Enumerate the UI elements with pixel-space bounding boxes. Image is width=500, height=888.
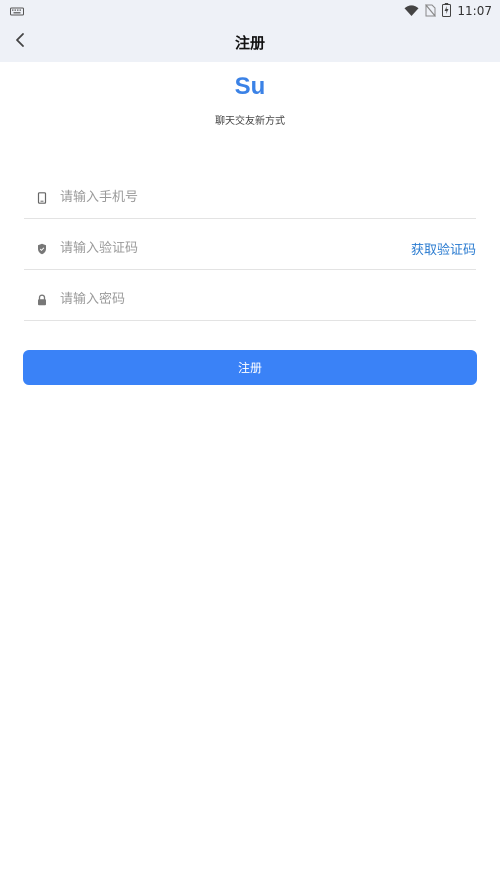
code-field-row: 获取验证码	[24, 228, 476, 270]
status-right: 11:07	[404, 2, 492, 21]
code-input[interactable]	[60, 234, 411, 263]
app-logo: Su	[234, 73, 266, 100]
status-left	[10, 2, 24, 21]
phone-icon	[24, 188, 60, 208]
page-title: 注册	[234, 33, 265, 52]
wifi-icon	[404, 2, 419, 21]
password-input[interactable]	[60, 285, 476, 314]
no-sim-icon	[425, 2, 437, 21]
lock-icon	[24, 290, 60, 310]
password-field-row	[24, 279, 476, 321]
shield-icon	[24, 239, 60, 259]
status-bar: 11:07	[0, 0, 500, 22]
app-slogan: 聊天交友新方式	[215, 116, 285, 127]
chevron-left-icon	[14, 32, 26, 52]
phone-field-row	[24, 177, 476, 219]
get-code-button[interactable]: 获取验证码	[411, 239, 476, 258]
status-time: 11:07	[457, 4, 492, 18]
phone-input[interactable]	[60, 183, 476, 212]
keyboard-icon	[10, 2, 24, 21]
back-button[interactable]	[8, 30, 32, 54]
register-button[interactable]: 注册	[23, 350, 477, 385]
battery-charging-icon	[442, 2, 452, 21]
app-bar: 注册	[0, 22, 500, 62]
